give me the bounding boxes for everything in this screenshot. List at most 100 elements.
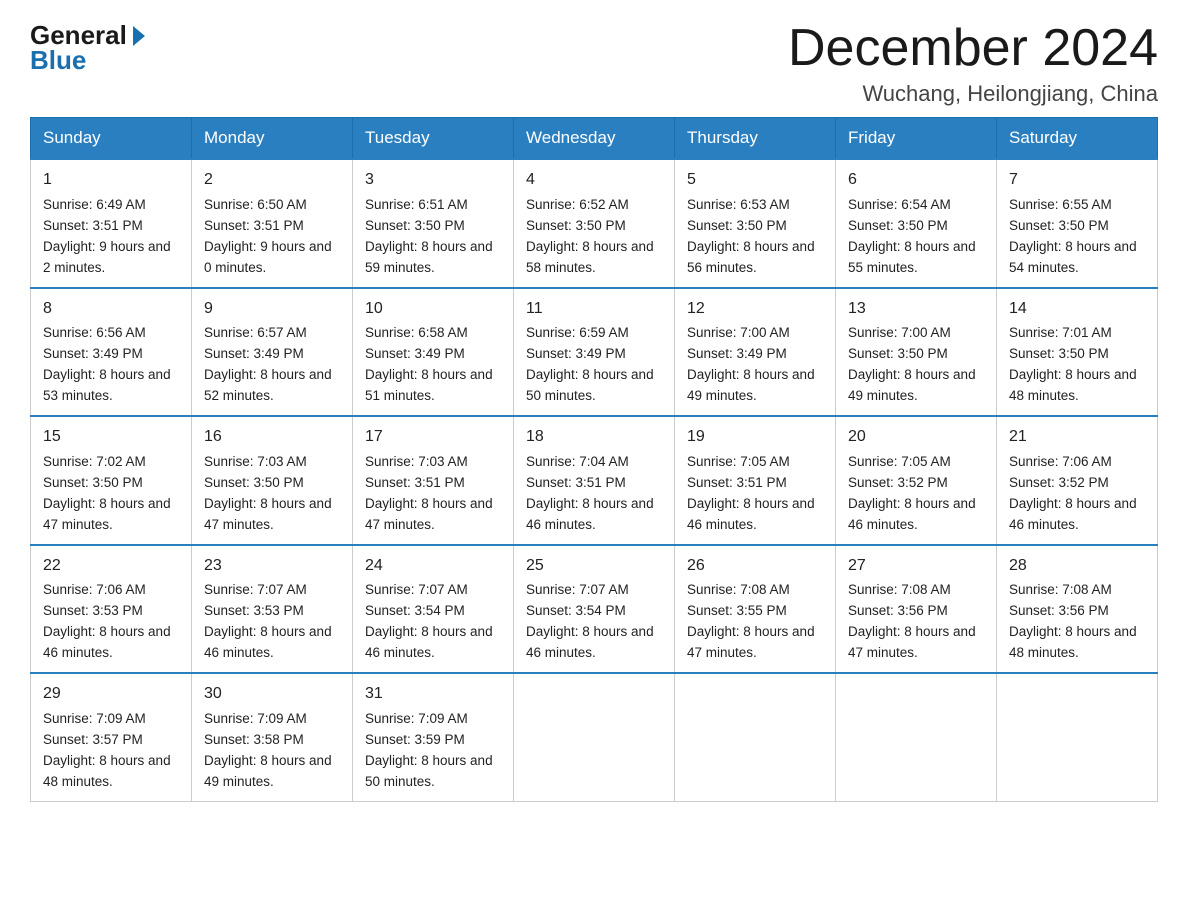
calendar-week-row: 22Sunrise: 7:06 AMSunset: 3:53 PMDayligh… (31, 545, 1158, 673)
sunrise-text: Sunrise: 6:59 AM (526, 325, 629, 340)
calendar-cell: 10Sunrise: 6:58 AMSunset: 3:49 PMDayligh… (353, 288, 514, 416)
sunrise-text: Sunrise: 7:09 AM (365, 711, 468, 726)
logo-blue-label: Blue (30, 45, 86, 76)
calendar-cell: 25Sunrise: 7:07 AMSunset: 3:54 PMDayligh… (514, 545, 675, 673)
day-number: 17 (365, 425, 501, 450)
sunrise-text: Sunrise: 7:06 AM (43, 582, 146, 597)
day-number: 25 (526, 554, 662, 579)
sunrise-text: Sunrise: 7:03 AM (204, 454, 307, 469)
calendar-week-row: 29Sunrise: 7:09 AMSunset: 3:57 PMDayligh… (31, 673, 1158, 801)
day-number: 2 (204, 168, 340, 193)
daylight-text: Daylight: 8 hours and 49 minutes. (204, 753, 332, 789)
daylight-text: Daylight: 9 hours and 0 minutes. (204, 239, 332, 275)
day-number: 5 (687, 168, 823, 193)
sunset-text: Sunset: 3:56 PM (848, 603, 948, 618)
day-number: 15 (43, 425, 179, 450)
sunrise-text: Sunrise: 6:58 AM (365, 325, 468, 340)
daylight-text: Daylight: 8 hours and 49 minutes. (848, 367, 976, 403)
sunrise-text: Sunrise: 6:51 AM (365, 197, 468, 212)
calendar-cell: 5 Sunrise: 6:53 AM Sunset: 3:50 PM Daylight… (675, 159, 836, 287)
sunset-text: Sunset: 3:49 PM (687, 346, 787, 361)
sunrise-text: Sunrise: 7:09 AM (43, 711, 146, 726)
day-number: 12 (687, 297, 823, 322)
day-number: 22 (43, 554, 179, 579)
daylight-text: Daylight: 8 hours and 56 minutes. (687, 239, 815, 275)
calendar-cell: 15Sunrise: 7:02 AMSunset: 3:50 PMDayligh… (31, 416, 192, 544)
sunset-text: Sunset: 3:50 PM (848, 346, 948, 361)
sunrise-text: Sunrise: 7:08 AM (1009, 582, 1112, 597)
day-number: 7 (1009, 168, 1145, 193)
page-header: General Blue December 2024 Wuchang, Heil… (30, 20, 1158, 107)
calendar-cell: 1Sunrise: 6:49 AMSunset: 3:51 PMDaylight… (31, 159, 192, 287)
sunrise-text: Sunrise: 7:06 AM (1009, 454, 1112, 469)
calendar-cell: 12 Sunrise: 7:00 AM Sunset: 3:49 PM Dayligh… (675, 288, 836, 416)
sunset-text: Sunset: 3:50 PM (1009, 218, 1109, 233)
day-header-saturday: Saturday (997, 118, 1158, 160)
sunset-text: Sunset: 3:55 PM (687, 603, 787, 618)
daylight-text: Daylight: 8 hours and 47 minutes. (365, 496, 493, 532)
daylight-text: Daylight: 8 hours and 46 minutes. (848, 496, 976, 532)
daylight-text: Daylight: 8 hours and 46 minutes. (1009, 496, 1137, 532)
sunrise-text: Sunrise: 6:53 AM (687, 197, 790, 212)
calendar-cell: 27Sunrise: 7:08 AMSunset: 3:56 PMDayligh… (836, 545, 997, 673)
sunset-text: Sunset: 3:51 PM (365, 475, 465, 490)
calendar-cell: 18Sunrise: 7:04 AMSunset: 3:51 PMDayligh… (514, 416, 675, 544)
sunset-text: Sunset: 3:50 PM (848, 218, 948, 233)
calendar-cell (675, 673, 836, 801)
day-number: 10 (365, 297, 501, 322)
calendar-cell: 28 Sunrise: 7:08 AM Sunset: 3:56 PM Dayligh… (997, 545, 1158, 673)
day-header-tuesday: Tuesday (353, 118, 514, 160)
calendar-cell: 31Sunrise: 7:09 AMSunset: 3:59 PMDayligh… (353, 673, 514, 801)
calendar-cell: 20Sunrise: 7:05 AMSunset: 3:52 PMDayligh… (836, 416, 997, 544)
daylight-text: Daylight: 8 hours and 48 minutes. (1009, 367, 1137, 403)
day-header-friday: Friday (836, 118, 997, 160)
sunset-text: Sunset: 3:50 PM (687, 218, 787, 233)
calendar-cell: 24Sunrise: 7:07 AMSunset: 3:54 PMDayligh… (353, 545, 514, 673)
sunset-text: Sunset: 3:56 PM (1009, 603, 1109, 618)
sunset-text: Sunset: 3:49 PM (204, 346, 304, 361)
calendar-cell: 7Sunrise: 6:55 AMSunset: 3:50 PMDaylight… (997, 159, 1158, 287)
sunrise-text: Sunrise: 7:08 AM (848, 582, 951, 597)
sunset-text: Sunset: 3:51 PM (526, 475, 626, 490)
sunset-text: Sunset: 3:50 PM (526, 218, 626, 233)
daylight-text: Daylight: 8 hours and 50 minutes. (526, 367, 654, 403)
calendar-cell: 22Sunrise: 7:06 AMSunset: 3:53 PMDayligh… (31, 545, 192, 673)
daylight-text: Daylight: 8 hours and 46 minutes. (526, 496, 654, 532)
calendar-cell: 4Sunrise: 6:52 AMSunset: 3:50 PMDaylight… (514, 159, 675, 287)
day-number: 8 (43, 297, 179, 322)
sunrise-text: Sunrise: 7:05 AM (687, 454, 790, 469)
calendar-cell: 8Sunrise: 6:56 AMSunset: 3:49 PMDaylight… (31, 288, 192, 416)
day-number: 28 (1009, 554, 1145, 579)
calendar-header-row: SundayMondayTuesdayWednesdayThursdayFrid… (31, 118, 1158, 160)
daylight-text: Daylight: 8 hours and 46 minutes. (204, 624, 332, 660)
day-number: 24 (365, 554, 501, 579)
sunset-text: Sunset: 3:52 PM (1009, 475, 1109, 490)
location-title: Wuchang, Heilongjiang, China (788, 81, 1158, 107)
calendar-cell: 16Sunrise: 7:03 AMSunset: 3:50 PMDayligh… (192, 416, 353, 544)
calendar-cell: 11Sunrise: 6:59 AMSunset: 3:49 PMDayligh… (514, 288, 675, 416)
day-number: 16 (204, 425, 340, 450)
day-header-wednesday: Wednesday (514, 118, 675, 160)
calendar-week-row: 15 Sunrise: 7:02 AM Sunset: 3:50 PM Dayligh… (31, 416, 1158, 544)
daylight-text: Daylight: 8 hours and 48 minutes. (1009, 624, 1137, 660)
calendar-cell: 26Sunrise: 7:08 AMSunset: 3:55 PMDayligh… (675, 545, 836, 673)
calendar-week-row: 8 Sunrise: 6:56 AM Sunset: 3:49 PM Daylight… (31, 288, 1158, 416)
day-number: 20 (848, 425, 984, 450)
day-number: 31 (365, 682, 501, 707)
calendar-cell: 2Sunrise: 6:50 AMSunset: 3:51 PMDaylight… (192, 159, 353, 287)
sunrise-text: Sunrise: 6:55 AM (1009, 197, 1112, 212)
calendar-cell (836, 673, 997, 801)
day-number: 30 (204, 682, 340, 707)
sunset-text: Sunset: 3:50 PM (204, 475, 304, 490)
sunrise-text: Sunrise: 7:04 AM (526, 454, 629, 469)
sunrise-text: Sunrise: 6:56 AM (43, 325, 146, 340)
day-number: 6 (848, 168, 984, 193)
sunrise-text: Sunrise: 7:00 AM (687, 325, 790, 340)
sunrise-text: Sunrise: 6:49 AM (43, 197, 146, 212)
daylight-text: Daylight: 8 hours and 49 minutes. (687, 367, 815, 403)
sunset-text: Sunset: 3:51 PM (204, 218, 304, 233)
sunrise-text: Sunrise: 7:02 AM (43, 454, 146, 469)
sunset-text: Sunset: 3:49 PM (526, 346, 626, 361)
calendar-cell: 19Sunrise: 7:05 AMSunset: 3:51 PMDayligh… (675, 416, 836, 544)
calendar-cell: 3Sunrise: 6:51 AMSunset: 3:50 PMDaylight… (353, 159, 514, 287)
